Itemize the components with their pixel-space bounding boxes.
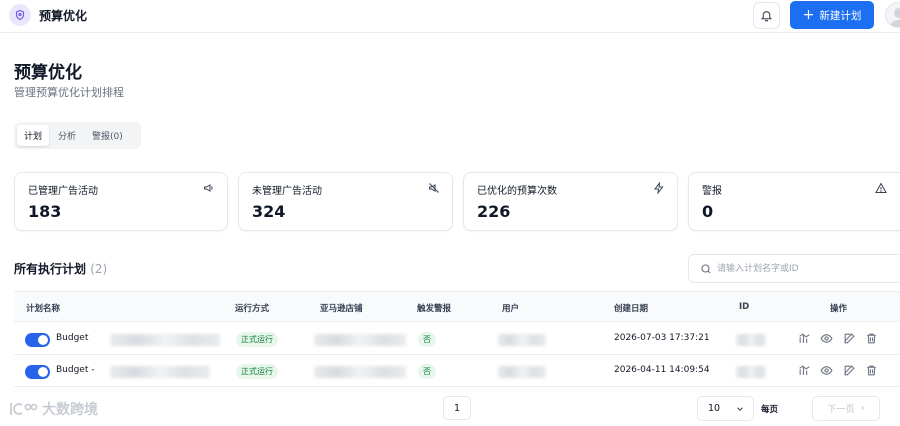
per-page-label: 每页 (761, 405, 779, 415)
tab-plans[interactable]: 计划 (17, 125, 50, 146)
alert-triangle-icon (875, 182, 887, 193)
shield-logo-icon (9, 4, 31, 26)
stat-value: 226 (477, 202, 511, 221)
plans-table: 计划名称 运行方式 亚马逊店铺 触发警报 用户 创建日期 ID 操作 Budge… (14, 291, 900, 387)
stat-card-managed: 已管理广告活动 183 (14, 172, 228, 231)
trash-icon[interactable] (865, 332, 878, 345)
stat-card-optimized: 已优化的预算次数 226 (463, 172, 678, 231)
plan-enabled-toggle[interactable] (25, 365, 50, 379)
redacted-plan-name (110, 334, 220, 346)
plan-name[interactable]: Budget (56, 333, 88, 343)
stat-label: 警报 (702, 186, 722, 197)
column-header-name[interactable]: 计划名称 (26, 302, 60, 314)
column-header-run-mode[interactable]: 运行方式 (235, 302, 269, 314)
run-mode-badge: 正式运行 (236, 364, 278, 379)
new-plan-label: 新建计划 (819, 9, 862, 22)
page-title: 预算优化 (14, 63, 82, 83)
new-plan-button[interactable]: + 新建计划 (790, 1, 874, 29)
zap-icon (654, 182, 664, 194)
trash-icon[interactable] (865, 364, 878, 377)
watermark-logo-icon (10, 403, 38, 415)
table-header: 计划名称 运行方式 亚马逊店铺 触发警报 用户 创建日期 ID 操作 (14, 292, 900, 322)
next-page-label: 下一页 (827, 405, 855, 415)
stat-label: 已管理广告活动 (28, 186, 98, 197)
chevron-right-icon: › (860, 403, 865, 414)
redacted-store (314, 334, 406, 346)
column-header-created[interactable]: 创建日期 (614, 302, 648, 314)
section-title-text: 所有执行计划 (14, 262, 87, 276)
edit-icon[interactable] (843, 332, 856, 345)
user-icon (889, 8, 900, 27)
column-header-store[interactable]: 亚马逊店铺 (320, 302, 363, 314)
redacted-user (498, 366, 546, 378)
plan-name[interactable]: Budget - (56, 365, 94, 375)
view-tabs: 计划 分析 警报(0) (14, 122, 141, 149)
brand[interactable]: 预算优化 (9, 4, 87, 26)
stat-value: 0 (702, 202, 714, 221)
watermark-text: 大数跨境 (42, 402, 98, 418)
column-header-actions: 操作 (830, 304, 848, 314)
eye-icon[interactable] (820, 332, 833, 345)
section-title: 所有执行计划 (2) (14, 260, 107, 277)
redacted-id (736, 366, 766, 378)
alert-badge: 否 (418, 332, 436, 347)
created-date: 2026-04-11 14:09:54 (614, 365, 710, 375)
stat-label: 已优化的预算次数 (477, 186, 557, 197)
chart-icon[interactable] (798, 332, 811, 345)
megaphone-icon (204, 184, 213, 192)
table-row: Budget - 正式运行 否 2026-04-11 14:09:54 (14, 355, 900, 387)
top-bar: 预算优化 + 新建计划 (0, 0, 900, 33)
notifications-button[interactable] (753, 2, 780, 29)
run-mode-badge: 正式运行 (236, 332, 278, 347)
tab-analysis[interactable]: 分析 (51, 125, 83, 146)
page-size-value: 10 (708, 403, 721, 414)
page-size-select[interactable]: 10 (697, 396, 754, 421)
tab-alerts[interactable]: 警报(0) (85, 125, 130, 146)
stat-card-alerts: 警报 0 (688, 172, 900, 231)
search-input[interactable] (717, 260, 897, 278)
next-page-button[interactable]: 下一页 › (812, 396, 880, 421)
watermark: 大数跨境 (8, 399, 98, 419)
plus-icon: + (802, 7, 815, 23)
bell-icon (760, 11, 773, 22)
redacted-id (736, 334, 766, 346)
redacted-user (498, 334, 546, 346)
column-header-id[interactable]: ID (739, 302, 749, 312)
stat-value: 183 (28, 202, 62, 221)
stat-value: 324 (252, 202, 286, 221)
page-number-button[interactable]: 1 (443, 396, 471, 420)
search-icon (701, 264, 711, 274)
created-date: 2026-07-03 17:37:21 (614, 333, 710, 343)
chart-icon[interactable] (798, 364, 811, 377)
edit-icon[interactable] (843, 364, 856, 377)
app-title: 预算优化 (39, 8, 88, 23)
redacted-store (314, 366, 406, 378)
megaphone-off-icon (429, 183, 439, 193)
column-header-user[interactable]: 用户 (502, 302, 519, 314)
plan-count: (2) (90, 262, 108, 276)
eye-icon[interactable] (820, 364, 833, 377)
search-box[interactable] (688, 254, 900, 283)
stat-card-unmanaged: 未管理广告活动 324 (238, 172, 453, 231)
column-header-alert[interactable]: 触发警报 (417, 302, 451, 314)
user-avatar[interactable] (885, 2, 900, 28)
page-subtitle: 管理预算优化计划排程 (14, 86, 124, 99)
table-row: Budget 正式运行 否 2026-07-03 17:37:21 (14, 323, 900, 355)
redacted-plan-name (110, 366, 210, 378)
plan-enabled-toggle[interactable] (25, 333, 50, 347)
chevron-down-icon (737, 407, 743, 411)
alert-badge: 否 (418, 364, 436, 379)
stat-label: 未管理广告活动 (252, 186, 322, 197)
